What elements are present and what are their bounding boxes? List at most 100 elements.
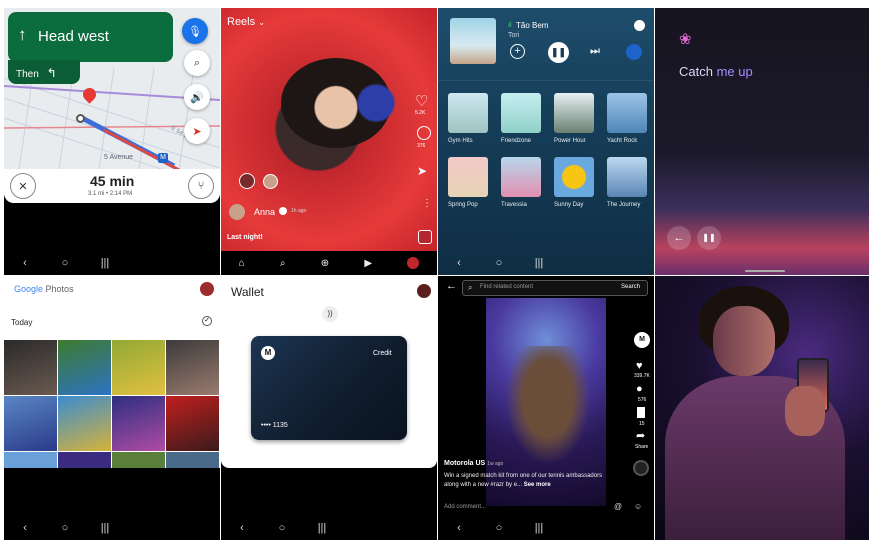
back-icon[interactable]: ‹ [18, 522, 32, 534]
compass-button[interactable]: ➤ [184, 118, 210, 144]
playlist-tile-friendzone[interactable] [501, 93, 541, 133]
maps-panel: 5 Avenue E 54 St M ↑ Head west Then ↰ 🎙 … [4, 8, 220, 275]
photos-logo: Google Photos [14, 284, 74, 294]
comment-icon[interactable] [417, 126, 431, 140]
home-icon[interactable]: ○ [492, 522, 506, 534]
create-icon[interactable]: ⊕ [321, 258, 329, 269]
more-options-icon[interactable]: ⋮ [422, 198, 432, 209]
emoji-icon[interactable]: ☺ [634, 502, 642, 511]
playlist-tile-sunny-day[interactable] [554, 157, 594, 197]
wallet-title: Wallet [231, 285, 264, 299]
recents-icon[interactable]: ||| [98, 257, 112, 269]
back-icon[interactable]: ‹ [452, 522, 466, 534]
gesture-handle[interactable] [745, 270, 785, 272]
track-artist: Tori [508, 32, 520, 39]
search-button[interactable]: Search [621, 284, 640, 290]
photo-thumbnail[interactable] [112, 396, 165, 451]
creator-avatar[interactable]: M [634, 332, 650, 348]
mention-icon[interactable]: @ [614, 502, 622, 511]
comment-count: 376 [417, 143, 426, 149]
skip-next-icon[interactable]: ⏭ [590, 45, 600, 58]
home-icon[interactable]: ○ [58, 522, 72, 534]
photo-thumbnail[interactable] [58, 396, 111, 451]
person-face [713, 306, 775, 376]
home-icon[interactable]: ⌂ [239, 258, 245, 269]
playlist-label: The Journey [607, 202, 641, 208]
photo-thumbnail[interactable] [4, 452, 57, 468]
playlist-tile-spring-pop[interactable] [448, 157, 488, 197]
photo-thumbnail[interactable] [4, 396, 57, 451]
avatar[interactable] [239, 173, 255, 189]
sound-disc-icon[interactable] [633, 460, 649, 476]
photo-thumbnail[interactable] [4, 340, 57, 395]
back-icon[interactable]: ‹ [18, 257, 32, 269]
directions-banner[interactable]: ↑ Head west [8, 12, 173, 62]
see-more-link[interactable]: See more [524, 482, 551, 488]
photo-thumbnail[interactable] [58, 340, 111, 395]
photo-thumbnail[interactable] [58, 452, 111, 468]
system-nav-bar: ‹ ○ ||| [4, 516, 220, 540]
reels-title[interactable]: Reels ⌄ [227, 16, 265, 28]
output-device-icon[interactable] [626, 44, 642, 60]
photo-thumbnail[interactable] [112, 340, 165, 395]
share-icon[interactable]: ➦ [636, 429, 645, 442]
author-name[interactable]: Anna [254, 207, 275, 217]
payment-card[interactable]: M Credit •••• 1135 [251, 336, 407, 440]
recents-icon[interactable]: ||| [532, 522, 546, 534]
route-options-button[interactable]: ⑂ [188, 173, 214, 199]
speaker-icon: 🔊 [190, 91, 204, 104]
photo-thumbnail[interactable] [112, 452, 165, 468]
home-icon[interactable]: ○ [275, 522, 289, 534]
sound-button[interactable]: 🔊 [184, 84, 210, 110]
like-icon[interactable]: ♡ [415, 92, 428, 110]
like-icon[interactable]: ♥ [636, 360, 643, 372]
recents-icon[interactable]: ||| [315, 522, 329, 534]
add-icon[interactable]: + [510, 44, 525, 59]
select-all-icon[interactable]: ✓ [202, 316, 212, 326]
back-icon[interactable]: ‹ [235, 522, 249, 534]
pause-button[interactable]: ❚❚ [548, 42, 569, 63]
playlist-tile-travessia[interactable] [501, 157, 541, 197]
video-username[interactable]: Motorola US 1w ago [444, 460, 503, 467]
photo-thumbnail[interactable] [166, 452, 219, 468]
back-arrow-icon[interactable]: ← [446, 280, 457, 292]
playlist-tile-gym-hits[interactable] [448, 93, 488, 133]
section-heading: Today [11, 318, 33, 327]
reels-icon[interactable]: ▶ [364, 258, 372, 269]
brand-photos: Photos [45, 284, 74, 294]
playlist-label: Spring Pop [448, 202, 478, 208]
share-label: Share [635, 444, 649, 450]
comment-icon[interactable]: ● [636, 383, 643, 395]
audio-thumbnail[interactable] [418, 230, 432, 244]
avatar[interactable] [200, 282, 214, 296]
playlist-label: Gym Hits [448, 138, 473, 144]
avatar[interactable] [417, 284, 431, 298]
search-icon[interactable]: ⌕ [280, 258, 286, 269]
author-avatar[interactable] [229, 204, 245, 220]
search-input[interactable]: Find related content [480, 284, 533, 290]
home-icon[interactable]: ○ [492, 257, 506, 269]
back-button[interactable]: ← [667, 226, 691, 250]
recents-icon[interactable]: ||| [98, 522, 112, 534]
photo-thumbnail[interactable] [166, 396, 219, 451]
playlist-label: Sunny Day [554, 202, 584, 208]
avatar-secondary[interactable] [263, 174, 278, 189]
profile-icon[interactable] [407, 257, 420, 269]
search-bar[interactable]: ⌕ Find related content Search [462, 280, 648, 296]
home-icon[interactable]: ○ [58, 257, 72, 269]
voice-search-button[interactable]: 🎙 [182, 18, 208, 44]
add-comment-input[interactable]: Add comment... [444, 504, 486, 510]
now-playing-artwork[interactable] [450, 18, 496, 64]
search-button[interactable]: ⌕ [184, 50, 210, 76]
close-navigation-button[interactable]: ✕ [10, 173, 36, 199]
playlist-tile-yacht-rock[interactable] [607, 93, 647, 133]
recents-icon[interactable]: ||| [532, 257, 546, 269]
send-icon[interactable]: ➤ [417, 164, 427, 178]
pause-button[interactable]: ❚❚ [697, 226, 721, 250]
contactless-icon: )) [322, 306, 338, 322]
back-icon[interactable]: ‹ [452, 257, 466, 269]
playlist-tile-power-hour[interactable] [554, 93, 594, 133]
bookmark-icon[interactable] [637, 407, 645, 418]
photo-thumbnail[interactable] [166, 340, 219, 395]
playlist-tile-the-journey[interactable] [607, 157, 647, 197]
